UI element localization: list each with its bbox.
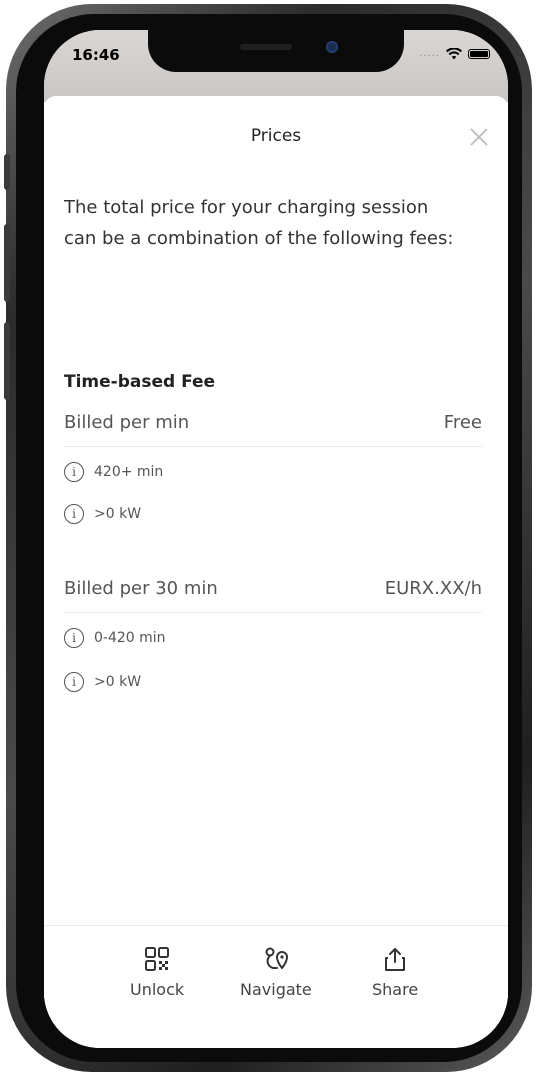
fee-condition: i 420+ min <box>64 462 163 482</box>
wifi-icon <box>446 48 462 60</box>
prices-sheet: Prices The total price for your charging… <box>44 96 508 1048</box>
fee-row: Billed per 30 min EURX.XX/h <box>64 578 482 599</box>
fee-condition: i 0-420 min <box>64 628 166 648</box>
volume-down-button <box>4 322 10 400</box>
navigate-button[interactable]: Navigate <box>240 946 312 999</box>
camera-icon <box>326 41 338 53</box>
condition-text: 0-420 min <box>94 630 166 646</box>
speaker-grille <box>240 44 292 50</box>
share-icon <box>385 948 406 971</box>
status-icons: ..... <box>419 48 490 60</box>
sheet-title: Prices <box>250 126 302 146</box>
fee-price: Free <box>443 412 482 433</box>
intro-text: The total price for your charging sessio… <box>64 197 454 249</box>
fee-condition: i >0 kW <box>64 672 141 692</box>
qr-code-icon <box>145 947 170 971</box>
condition-text: >0 kW <box>94 674 142 690</box>
divider <box>64 612 482 613</box>
fee-label: Billed per 30 min <box>64 578 218 599</box>
navigate-label: Navigate <box>240 980 312 999</box>
battery-icon <box>468 49 490 59</box>
bottom-action-bar: Unlock Navigate Share <box>44 925 508 1048</box>
status-time: 16:46 <box>72 46 120 64</box>
info-icon[interactable]: i <box>64 462 84 482</box>
status-bar: 16:46 ..... <box>44 30 508 102</box>
info-icon[interactable]: i <box>64 504 84 524</box>
condition-text: 420+ min <box>94 464 164 480</box>
share-label: Share <box>372 980 419 999</box>
section-title-time-based-fee: Time-based Fee <box>64 372 216 392</box>
info-icon[interactable]: i <box>64 672 84 692</box>
unlock-label: Unlock <box>130 980 185 999</box>
volume-up-button <box>4 224 10 302</box>
fee-row: Billed per min Free <box>64 412 482 433</box>
fee-label: Billed per min <box>64 412 190 433</box>
condition-text: >0 kW <box>94 506 142 522</box>
signal-dots: ..... <box>419 48 440 59</box>
phone-screen: 16:46 ..... Prices The total price for y… <box>44 30 508 1048</box>
share-button[interactable]: Share <box>372 946 418 999</box>
info-icon[interactable]: i <box>64 628 84 648</box>
mute-switch <box>4 154 10 190</box>
notch <box>148 30 404 72</box>
divider <box>64 446 482 447</box>
route-icon <box>265 947 288 969</box>
fee-price: EURX.XX/h <box>384 578 482 599</box>
close-icon[interactable] <box>468 126 490 148</box>
unlock-button[interactable]: Unlock <box>130 946 184 999</box>
fee-condition: i >0 kW <box>64 504 141 524</box>
